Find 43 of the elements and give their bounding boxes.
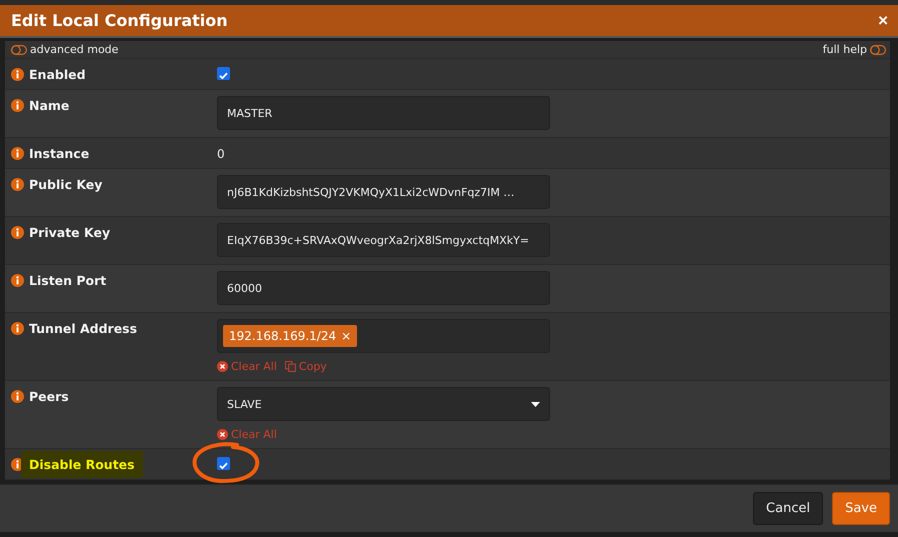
info-icon[interactable] <box>11 68 24 81</box>
dialog-title: Edit Local Configuration <box>11 11 228 30</box>
tokens-field[interactable]: 192.168.169.1/24 × <box>217 319 550 353</box>
close-button[interactable]: × <box>878 10 888 30</box>
caret-icon <box>531 402 540 406</box>
toggle-switch[interactable] <box>11 44 27 54</box>
field-label: Private Key <box>28 225 112 240</box>
field-label: Enabled <box>28 67 87 82</box>
checkbox[interactable] <box>217 457 230 470</box>
clear-icon <box>217 361 228 372</box>
info-icon[interactable] <box>11 178 24 191</box>
remove-tag-button[interactable]: × <box>341 329 352 343</box>
checkbox[interactable] <box>217 67 230 80</box>
info-icon[interactable] <box>11 458 24 471</box>
info-icon[interactable] <box>11 226 24 239</box>
info-icon[interactable] <box>11 274 24 287</box>
field-label: Instance <box>28 146 90 161</box>
info-icon[interactable] <box>11 147 24 160</box>
advanced-mode-label: advanced mode <box>30 43 118 56</box>
text-field[interactable]: MASTER <box>217 96 550 130</box>
info-icon[interactable] <box>11 390 24 403</box>
field-label: Listen Port <box>28 273 108 288</box>
save-button[interactable]: Save <box>832 492 890 525</box>
full-help-label: full help <box>822 43 867 56</box>
field-label: Disable Routes <box>27 457 137 472</box>
info-icon[interactable] <box>11 322 24 335</box>
toggle-switch[interactable] <box>870 44 886 54</box>
field-label: Tunnel Address <box>28 321 138 336</box>
info-icon[interactable] <box>11 99 24 112</box>
clear-all-link[interactable]: Clear All <box>217 360 277 373</box>
text-field[interactable]: 60000 <box>217 271 550 305</box>
text-field[interactable]: nJ6B1KdKizbshtSQJY2VKMQyX1Lxi2cWDvnFqz7IM … <box>217 175 550 209</box>
field-label: Peers <box>28 389 70 404</box>
clear-icon <box>217 429 228 440</box>
cancel-button[interactable]: Cancel <box>753 492 824 525</box>
text-field[interactable]: EIqX76B39c+SRVAxQWveogrXa2rjX8lSmgyxctqMXkY= <box>217 223 550 257</box>
copy-icon <box>284 361 296 372</box>
field-value: 0 <box>217 146 225 161</box>
field-label: Public Key <box>28 177 104 192</box>
address-tag: 192.168.169.1/24 × <box>223 325 358 347</box>
field-label: Name <box>28 98 70 113</box>
copy-link[interactable]: Copy <box>284 360 327 373</box>
peers-dropdown[interactable]: SLAVE <box>217 387 550 421</box>
